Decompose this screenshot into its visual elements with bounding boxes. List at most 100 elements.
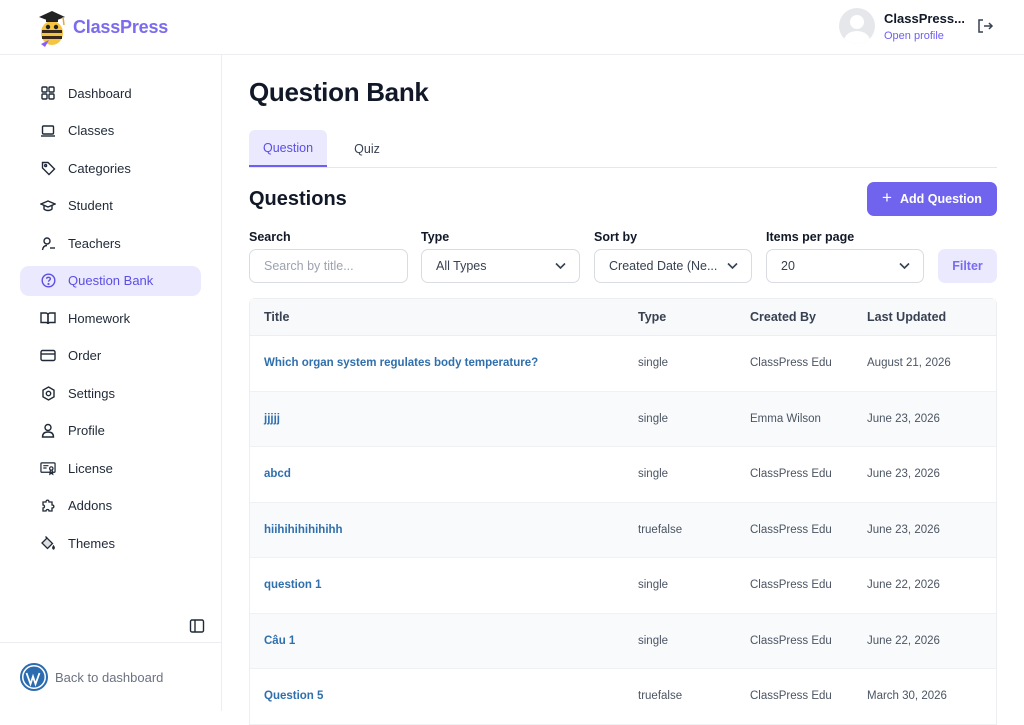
sidebar-footer: Back to dashboard: [0, 642, 221, 711]
collapse-sidebar-icon[interactable]: [189, 618, 205, 634]
question-circle-icon: [40, 273, 56, 289]
question-title-link[interactable]: Which organ system regulates body temper…: [250, 357, 638, 369]
question-author: ClassPress Edu: [750, 523, 832, 536]
puzzle-icon: [40, 498, 56, 514]
question-title-link[interactable]: Question 5: [250, 690, 638, 702]
chevron-down-icon: [727, 262, 738, 270]
question-title-link[interactable]: hiihihihihihihh: [250, 524, 638, 536]
sidebar-item-label: Themes: [68, 535, 115, 551]
filter-button[interactable]: Filter: [938, 249, 997, 283]
table-row: question 1 single ClassPress Edu June 22…: [250, 558, 996, 614]
question-author: ClassPress Edu: [750, 690, 832, 703]
items-per-page-label: Items per page: [766, 230, 855, 244]
open-profile-link[interactable]: Open profile: [884, 30, 964, 42]
credit-card-icon: [40, 348, 56, 364]
question-updated: June 23, 2026: [867, 412, 940, 425]
page-title: Question Bank: [249, 77, 429, 107]
question-title-link[interactable]: abcd: [250, 468, 638, 480]
search-input[interactable]: Search by title...: [249, 249, 408, 283]
sidebar-item-order[interactable]: Order: [20, 341, 201, 371]
table-body: Which organ system regulates body temper…: [250, 336, 996, 725]
wordpress-icon: [20, 663, 48, 691]
sidebar-nav: Dashboard Classes Categories Student Tea…: [20, 78, 201, 566]
table-row: jjjjj single Emma Wilson June 23, 2026: [250, 391, 996, 447]
question-title-link[interactable]: Câu 1: [250, 635, 638, 647]
questions-table: Title Type Created By Last Updated Which…: [249, 298, 997, 725]
sidebar-item-question-bank[interactable]: Question Bank: [20, 265, 201, 296]
question-updated: August 21, 2026: [867, 357, 951, 370]
sidebar-item-teachers[interactable]: Teachers: [20, 228, 201, 258]
sidebar-item-categories[interactable]: Categories: [20, 153, 201, 183]
user-menu: ClassPress... Open profile: [839, 8, 994, 44]
sidebar-item-label: Student: [68, 198, 113, 213]
book-icon: [40, 310, 56, 326]
column-header-title[interactable]: Title: [250, 310, 638, 324]
logout-icon[interactable]: [976, 17, 994, 35]
sidebar-item-dashboard[interactable]: Dashboard: [20, 78, 201, 108]
question-type: single: [638, 468, 669, 481]
sidebar-item-settings[interactable]: Settings: [20, 378, 201, 408]
avatar[interactable]: [839, 8, 875, 44]
column-header-created-by[interactable]: Created By: [750, 310, 867, 324]
table-row: Which organ system regulates body temper…: [250, 336, 996, 392]
column-header-last-updated[interactable]: Last Updated: [867, 310, 996, 324]
add-question-label: Add Question: [899, 192, 982, 206]
sidebar-item-addons[interactable]: Addons: [20, 491, 201, 521]
graduation-cap-icon: [40, 198, 56, 214]
laptop-icon: [40, 123, 56, 139]
plus-icon: +: [882, 188, 892, 207]
section-title: Questions: [249, 188, 347, 210]
chevron-down-icon: [555, 262, 566, 270]
user-icon: [40, 423, 56, 439]
question-title-link[interactable]: question 1: [250, 579, 638, 591]
top-bar: ClassPress ClassPress... Open profile: [0, 0, 1024, 55]
sidebar-item-license[interactable]: License: [20, 453, 201, 483]
license-icon: [40, 460, 56, 476]
type-select[interactable]: All Types: [421, 249, 580, 283]
tab-bar: Question Quiz: [249, 130, 997, 168]
sort-label: Sort by: [594, 230, 638, 244]
back-to-dashboard-link[interactable]: Back to dashboard: [20, 663, 163, 691]
table-row: hiihihihihihihh truefalse ClassPress Edu…: [250, 502, 996, 558]
question-updated: June 23, 2026: [867, 523, 940, 536]
question-type: truefalse: [638, 523, 683, 536]
items-per-page-select[interactable]: 20: [766, 249, 924, 283]
sidebar-item-homework[interactable]: Homework: [20, 303, 201, 333]
sidebar-item-student[interactable]: Student: [20, 191, 201, 221]
sidebar-item-label: Question Bank: [68, 273, 154, 288]
sidebar-item-label: Categories: [68, 160, 131, 176]
question-author: Emma Wilson: [750, 412, 821, 425]
logo[interactable]: ClassPress: [35, 6, 168, 48]
sidebar-item-profile[interactable]: Profile: [20, 416, 201, 446]
question-author: ClassPress Edu: [750, 634, 832, 647]
sidebar-item-label: Classes: [68, 123, 115, 138]
tab-quiz[interactable]: Quiz: [343, 130, 391, 167]
table-row: abcd single ClassPress Edu June 23, 2026: [250, 447, 996, 503]
question-author: ClassPress Edu: [750, 357, 832, 370]
question-updated: June 22, 2026: [867, 579, 940, 592]
type-label: Type: [421, 230, 450, 244]
question-type: single: [638, 579, 669, 592]
table-row: Question 5 truefalse ClassPress Edu Marc…: [250, 669, 996, 725]
back-label: Back to dashboard: [55, 669, 164, 685]
sidebar-item-label: Teachers: [68, 235, 121, 251]
question-title-link[interactable]: jjjjj: [250, 413, 638, 425]
question-type: single: [638, 357, 669, 370]
tab-question[interactable]: Question: [249, 130, 327, 167]
tag-icon: [40, 160, 56, 176]
sidebar-item-themes[interactable]: Themes: [20, 528, 201, 558]
sidebar-item-label: Homework: [68, 310, 131, 326]
add-question-button[interactable]: + Add Question: [867, 182, 997, 216]
bee-mascot-icon: [39, 11, 65, 47]
sidebar-item-label: License: [68, 460, 113, 476]
question-updated: June 23, 2026: [867, 468, 940, 481]
column-header-type[interactable]: Type: [638, 310, 750, 324]
question-type: truefalse: [638, 690, 683, 703]
sidebar-item-classes[interactable]: Classes: [20, 116, 201, 146]
question-updated: June 22, 2026: [867, 634, 940, 647]
sidebar: Dashboard Classes Categories Student Tea…: [0, 55, 222, 711]
sidebar-item-label: Profile: [68, 423, 105, 438]
chevron-down-icon: [899, 262, 910, 270]
question-author: ClassPress Edu: [750, 468, 832, 481]
sort-select[interactable]: Created Date (Ne...: [594, 249, 752, 283]
